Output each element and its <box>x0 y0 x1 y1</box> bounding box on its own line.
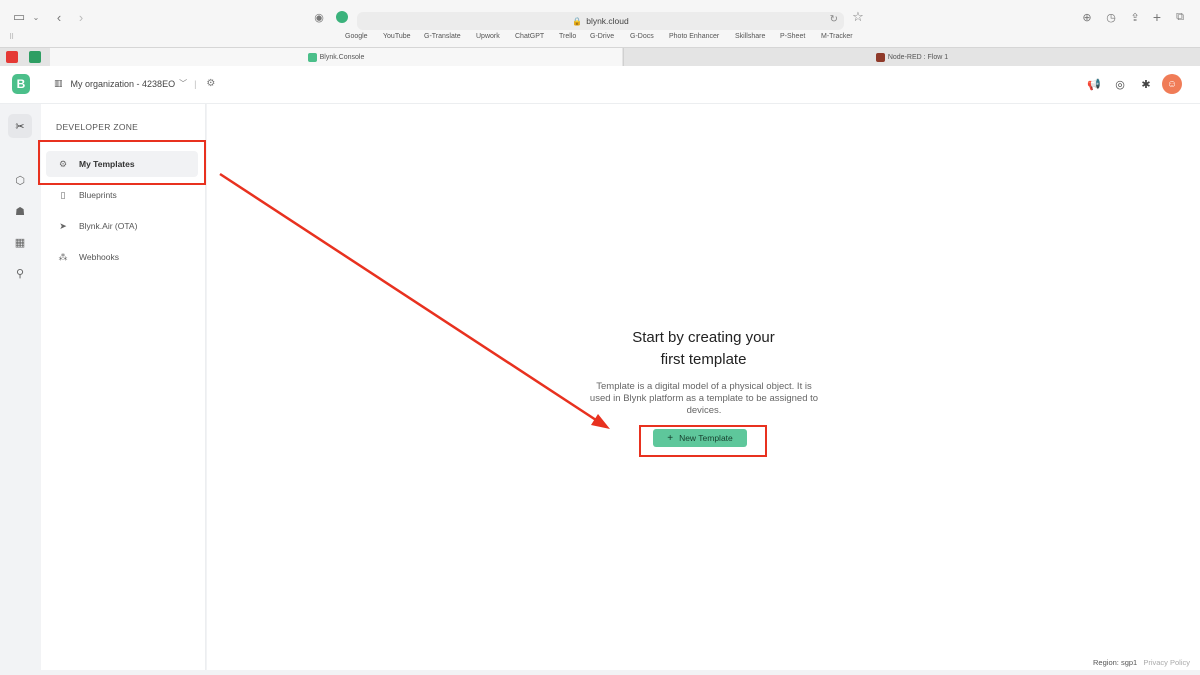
forward-icon[interactable]: › <box>74 8 88 26</box>
users-icon[interactable]: ☗ <box>8 199 32 223</box>
bookmark-item[interactable]: M-Tracker <box>821 33 853 40</box>
chevron-down-icon[interactable]: ⌄ <box>31 8 41 26</box>
address-text: blynk.cloud <box>586 16 629 26</box>
tab-overview-icon[interactable]: ⧉ <box>1173 8 1187 26</box>
tab-label: Blynk.Console <box>319 54 365 61</box>
privacy-shield-icon[interactable]: ◉ <box>312 8 326 26</box>
tab-label: Node-RED : Flow 1 <box>887 54 949 61</box>
bookmark-item[interactable]: Photo Enhancer <box>669 33 719 40</box>
blynk-favicon-icon <box>307 53 317 62</box>
privacy-policy-link[interactable]: Privacy Policy <box>1143 658 1190 667</box>
bookmark-item[interactable]: P-Sheet <box>780 33 805 40</box>
annotation-box-new-template <box>639 425 767 457</box>
lock-icon: 🔒 <box>572 16 583 26</box>
region-label: Region: sgp1 <box>1093 658 1138 667</box>
bookmark-item[interactable]: YouTube <box>383 33 411 40</box>
org-selector[interactable]: ▥ My organization - 4238EO ﹀ | ⚙ <box>54 78 215 89</box>
bookmark-item[interactable]: Trello <box>559 33 576 40</box>
bookmarks-bar: ⠿ Google YouTube G-Translate Upwork Chat… <box>0 31 1200 45</box>
blueprints-icon: ▯ <box>60 189 66 200</box>
devices-cube-icon[interactable]: ⬡ <box>8 168 32 192</box>
bookmark-item[interactable]: G-Translate <box>424 33 461 40</box>
blynk-logo[interactable]: B <box>12 74 30 94</box>
empty-state-description: Template is a digital model of a physica… <box>589 381 819 416</box>
divider: | <box>194 78 197 89</box>
empty-title-line2: first template <box>660 351 747 368</box>
new-tab-icon[interactable]: + <box>1150 8 1164 26</box>
header-actions: 📢 ◎ ✱ ☺ <box>1078 74 1182 94</box>
bookmark-item[interactable]: Upwork <box>476 33 500 40</box>
node-red-favicon-icon <box>875 53 885 62</box>
gear-icon[interactable]: ⚙ <box>206 78 215 89</box>
history-icon[interactable]: ◷ <box>1104 8 1118 26</box>
youtube-pinned-tab-icon[interactable] <box>6 51 18 63</box>
sidebar-item-label: Blueprints <box>79 190 117 200</box>
reload-icon[interactable]: ↻ <box>830 14 838 25</box>
sidebar-item-label: Webhooks <box>79 252 120 262</box>
chevron-down-icon: ﹀ <box>179 79 188 88</box>
main-content: Start by creating your first template Te… <box>207 104 1200 670</box>
app-header: B ▥ My organization - 4238EO ﹀ | ⚙ 📢 ◎ ✱… <box>0 66 1200 104</box>
download-icon[interactable]: ⊕ <box>1080 8 1094 26</box>
footer: Region: sgp1 Privacy Policy <box>1093 658 1190 667</box>
bookmark-item[interactable]: Google <box>345 33 368 40</box>
developer-zone-panel: DEVELOPER ZONE ⚙ My Templates ▯ Blueprin… <box>41 104 206 670</box>
paper-plane-icon: ➤ <box>59 220 67 231</box>
left-rail: ✂ ⬡ ☗ ▦ ⚲ <box>0 104 40 675</box>
bookmark-item[interactable]: G-Drive <box>590 33 614 40</box>
empty-title-line1: Start by creating your <box>632 329 775 346</box>
section-title: DEVELOPER ZONE <box>56 122 139 132</box>
developer-zone-icon[interactable]: ✂ <box>8 114 32 138</box>
tab-blynk-console[interactable]: Blynk.Console <box>50 48 622 67</box>
bookmark-item[interactable]: G-Docs <box>630 33 654 40</box>
sidebar-item-blueprints[interactable]: ▯ Blueprints <box>46 182 198 208</box>
share-icon[interactable]: ⇪ <box>1128 8 1142 26</box>
sheets-pinned-tab-icon[interactable] <box>29 51 41 63</box>
org-name: My organization - 4238EO <box>70 78 176 89</box>
location-pin-icon[interactable]: ⚲ <box>8 261 32 285</box>
annotation-box-my-templates <box>38 140 206 185</box>
help-lifebuoy-icon[interactable]: ◎ <box>1110 74 1130 94</box>
star-icon[interactable]: ☆ <box>851 8 865 26</box>
tab-bar: Blynk.Console Node-RED : Flow 1 <box>0 47 1200 67</box>
sidebar-item-webhooks[interactable]: ⁂ Webhooks <box>46 244 198 270</box>
bug-icon[interactable]: ✱ <box>1136 74 1156 94</box>
grammarly-extension-icon[interactable] <box>335 8 349 26</box>
megaphone-icon[interactable]: 📢 <box>1084 74 1104 94</box>
address-bar[interactable]: 🔒 blynk.cloud ↻ <box>357 12 844 30</box>
back-icon[interactable]: ‹ <box>52 8 66 26</box>
sidebar-item-label: Blynk.Air (OTA) <box>79 221 138 231</box>
browser-toolbar: ▭ ⌄ ‹ › ◉ 🔒 blynk.cloud ↻ ☆ ⊕ ◷ ⇪ + ⧉ <box>0 4 1200 30</box>
tab-node-red[interactable]: Node-RED : Flow 1 <box>623 48 1200 67</box>
user-avatar[interactable]: ☺ <box>1162 74 1182 94</box>
empty-state-title: Start by creating your first template <box>207 327 1200 371</box>
bookmarks-grid-icon[interactable]: ⠿ <box>9 33 14 41</box>
organizations-icon[interactable]: ▦ <box>8 230 32 254</box>
webhooks-icon: ⁂ <box>58 251 68 262</box>
bookmark-item[interactable]: Skillshare <box>735 33 765 40</box>
bookmark-item[interactable]: ChatGPT <box>515 33 544 40</box>
browser-chrome: ▭ ⌄ ‹ › ◉ 🔒 blynk.cloud ↻ ☆ ⊕ ◷ ⇪ + ⧉ ⠿ … <box>0 0 1200 67</box>
sidebar-toggle-icon[interactable]: ▭ <box>10 8 28 26</box>
sidebar-item-blynk-air[interactable]: ➤ Blynk.Air (OTA) <box>46 213 198 239</box>
building-icon: ▥ <box>54 78 63 88</box>
